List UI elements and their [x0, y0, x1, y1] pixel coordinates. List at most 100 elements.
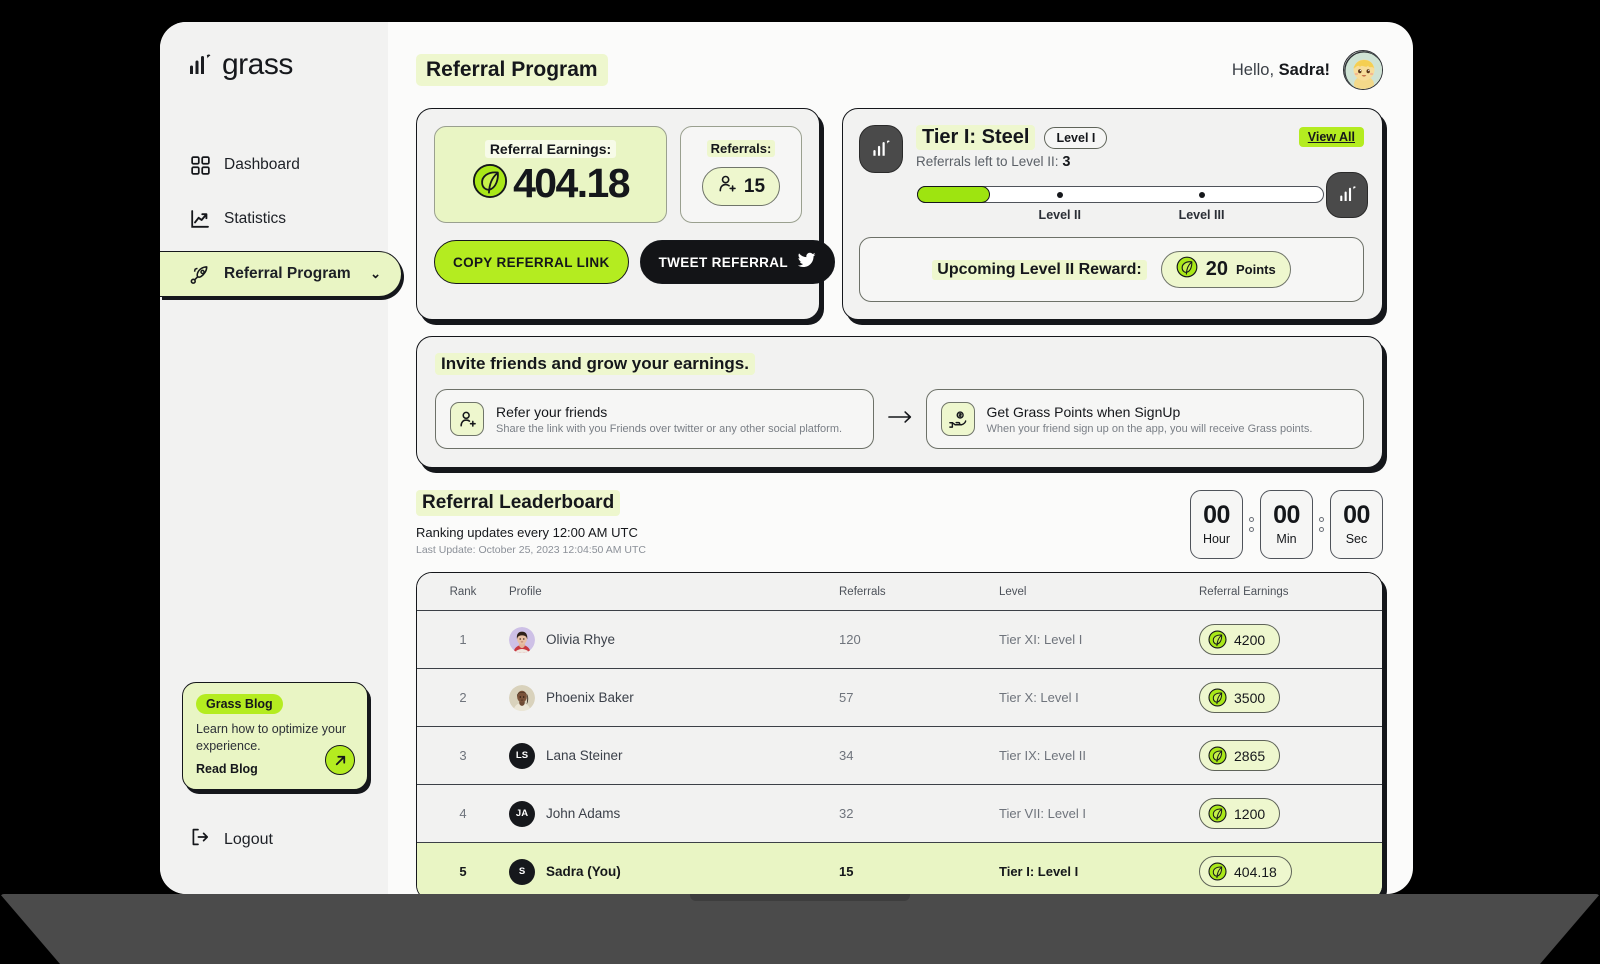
cell-referrals: 15 [839, 842, 999, 894]
tier-title-row: Tier I: Steel Level I [916, 125, 1108, 150]
cell-earnings: 404.18 [1199, 842, 1382, 894]
countdown-timer: 00 Hour 00 Min 00 Sec [1190, 490, 1383, 559]
sidebar-item-dashboard[interactable]: Dashboard [160, 143, 388, 187]
leaf-icon [1208, 688, 1227, 707]
grid-icon [190, 155, 210, 175]
cell-earnings: 1200 [1199, 784, 1382, 843]
leaderboard-header: Referral Leaderboard Ranking updates eve… [416, 490, 1383, 559]
leaderboard-header-text: Referral Leaderboard Ranking updates eve… [416, 490, 646, 556]
referrals-label: Referrals: [706, 140, 776, 157]
leaf-icon [1208, 804, 1227, 823]
earnings-value: 4200 [1234, 631, 1266, 648]
logout-button[interactable]: Logout [190, 827, 273, 852]
cell-rank: 4 [417, 784, 509, 843]
view-all-button[interactable]: View All [1298, 127, 1364, 147]
table-row[interactable]: 4 JA John Adams 32 Tier VII: Level I 120… [417, 784, 1382, 843]
column-header-referrals: Referrals [839, 573, 999, 611]
user-plus-icon [717, 174, 737, 199]
referral-earnings-value: 404.18 [513, 160, 630, 206]
referrals-count-pill: 15 [701, 167, 781, 206]
summary-row: Referral Earnings: 404.18 Referrals: 15 … [416, 108, 1383, 320]
grass-bars-icon [190, 54, 211, 74]
earnings-stats: Referral Earnings: 404.18 Referrals: 15 [434, 126, 802, 223]
upcoming-reward-pill: 20 Points [1160, 251, 1291, 288]
progress-fill [917, 186, 990, 203]
earnings-badge: 1200 [1199, 798, 1281, 829]
chevron-down-icon[interactable]: ⌄ [370, 266, 381, 282]
app-screen: grass Dashboard Statistics Referral Prog… [160, 22, 1413, 894]
leaderboard-last-update: Last Update: October 25, 2023 12:04:50 A… [416, 544, 646, 556]
referrals-box: Referrals: 15 [680, 126, 802, 223]
tweet-referral-button[interactable]: TWEET REFERRAL [639, 240, 835, 284]
leaderboard-table-card: Rank Profile Referrals Level Referral Ea… [416, 572, 1383, 894]
cell-level: Tier VII: Level I [999, 784, 1199, 843]
timer-cell-sec: 00 Sec [1330, 490, 1383, 559]
cell-rank: 3 [417, 726, 509, 785]
cell-level: Tier IX: Level II [999, 726, 1199, 785]
avatar-phoenix-baker [509, 684, 535, 711]
timer-unit: Hour [1202, 532, 1231, 546]
screenshot-stage: grass Dashboard Statistics Referral Prog… [0, 0, 1600, 964]
table-row[interactable]: 1 Olivia Rhye 120 Tier XI: Level I 4200 [417, 610, 1382, 669]
cell-profile: LS Lana Steiner [509, 726, 839, 785]
cell-profile: Olivia Rhye [509, 610, 839, 669]
cell-profile: Phoenix Baker [509, 668, 839, 727]
brand[interactable]: grass [160, 22, 388, 82]
invite-friends-card: Invite friends and grow your earnings. R… [416, 336, 1383, 468]
arrow-up-right-icon[interactable] [325, 745, 355, 775]
user-greeting: Hello, Sadra! [1232, 50, 1383, 90]
copy-referral-link-button[interactable]: COPY REFERRAL LINK [434, 240, 629, 284]
grass-blog-card[interactable]: Grass Blog Learn how to optimize your ex… [182, 682, 368, 790]
earnings-value: 404.18 [1234, 863, 1277, 880]
table-row[interactable]: 2 Phoenix Baker 57 Tier X: Level I 3500 [417, 668, 1382, 727]
upcoming-reward-label: Upcoming Level II Reward: [932, 259, 1147, 280]
milestone-dot [1056, 191, 1063, 198]
referrals-left-value: 3 [1062, 154, 1071, 170]
sidebar-item-statistics[interactable]: Statistics [160, 197, 388, 241]
cell-profile: JA John Adams [509, 784, 839, 843]
table-row-current-user[interactable]: 5 S Sadra (You) 15 Tier I: Level I 404.1… [417, 842, 1382, 894]
timer-cell-min: 00 Min [1260, 490, 1313, 559]
column-header-rank: Rank [417, 573, 509, 611]
cell-name: Phoenix Baker [546, 690, 634, 705]
sidebar-item-label: Statistics [224, 210, 287, 227]
table-row[interactable]: 3 LS Lana Steiner 34 Tier IX: Level II 2… [417, 726, 1382, 785]
blog-badge: Grass Blog [196, 694, 283, 715]
cell-rank: 5 [417, 842, 509, 894]
laptop-notch [690, 894, 910, 901]
avatar-initials: JA [509, 800, 535, 827]
timer-unit: Sec [1345, 532, 1368, 546]
arrow-right-icon [887, 408, 912, 430]
cell-referrals: 57 [839, 668, 999, 727]
grass-bars-icon [1326, 171, 1368, 218]
sidebar-item-label: Referral Program [224, 265, 351, 282]
earnings-badge: 2865 [1199, 740, 1281, 771]
timer-cell-hour: 00 Hour [1190, 490, 1243, 559]
column-header-level: Level [999, 573, 1199, 611]
referrals-left-label: Referrals left to Level II: [916, 154, 1059, 169]
laptop-base [0, 894, 1600, 964]
sidebar-item-referral-program[interactable]: Referral Program ⌄ [160, 251, 402, 297]
timer-value: 00 [1273, 501, 1300, 529]
page-title: Referral Program [416, 54, 608, 86]
timer-separator-icon [1249, 517, 1254, 532]
cell-name: Lana Steiner [546, 748, 623, 763]
leaf-icon [472, 163, 508, 204]
tweet-referral-label: TWEET REFERRAL [658, 254, 788, 270]
leaf-icon [1208, 862, 1227, 881]
rocket-icon [190, 264, 210, 284]
cell-name: John Adams [546, 806, 621, 821]
cell-level: Tier X: Level I [999, 668, 1199, 727]
invite-step-refer[interactable]: Refer your friends Share the link with y… [435, 389, 874, 449]
invite-step-points[interactable]: Get Grass Points when SignUp When your f… [925, 389, 1364, 449]
progress-track[interactable]: Level II Level III [917, 186, 1324, 222]
invite-step-description: Share the link with you Friends over twi… [496, 422, 843, 435]
invite-steps: Refer your friends Share the link with y… [435, 389, 1364, 449]
grass-bars-icon [859, 125, 903, 173]
cell-rank: 2 [417, 668, 509, 727]
invite-step-text: Get Grass Points when SignUp When your f… [987, 404, 1313, 435]
invite-step-heading: Get Grass Points when SignUp [986, 403, 1181, 420]
leaf-icon [1208, 746, 1227, 765]
avatar[interactable] [1343, 50, 1383, 90]
brand-name: grass [222, 48, 293, 81]
